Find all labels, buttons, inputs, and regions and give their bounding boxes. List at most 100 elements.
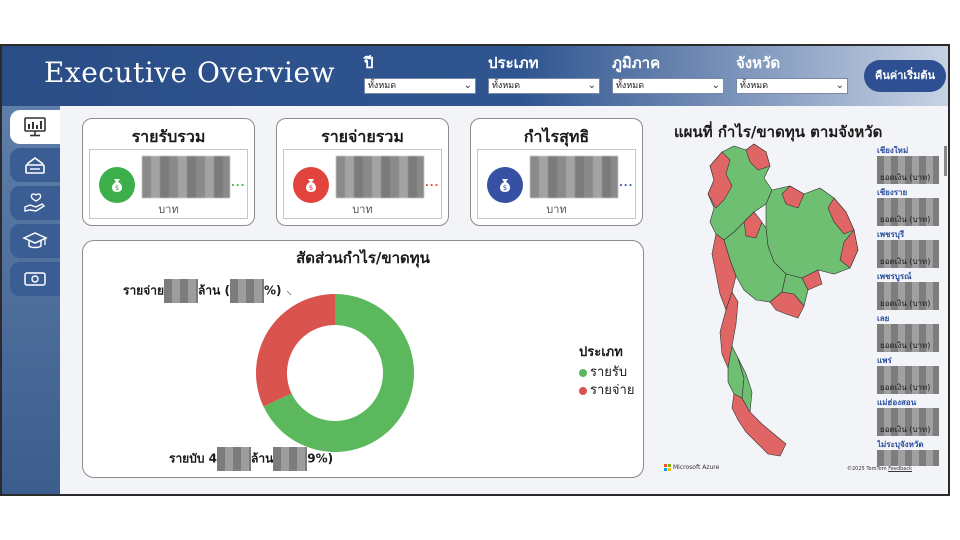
donut-chart [255, 290, 414, 452]
filter-type-select[interactable]: ทั้งหมด ⌄ [488, 78, 600, 94]
filter-year-value: ทั้งหมด [368, 81, 397, 91]
province-amount: ยอดเงิน (บาท) [877, 198, 939, 226]
sidebar-item-expense[interactable] [10, 262, 60, 296]
sidebar-item-income[interactable] [10, 148, 60, 182]
header-bar: Executive Overview ปี ทั้งหมด ⌄ ประเภท ท… [2, 46, 948, 106]
province-amount: ยอดเงิน (บาท) [877, 156, 939, 184]
reset-button[interactable]: คืนค่าเริ่มต้น [864, 60, 946, 92]
kpi-card-profit: กำไรสุทธิ $ ... บาท [470, 118, 643, 226]
province-item[interactable]: เชียงราย ยอดเงิน (บาท) [877, 188, 945, 230]
province-list[interactable]: เชียงใหม่ ยอดเงิน (บาท) เชียงราย ยอดเงิน… [877, 146, 945, 466]
legend-dot [579, 387, 587, 395]
money-bag-icon: $ [99, 167, 135, 203]
province-item[interactable]: เพชรบุรี ยอดเงิน (บาท) [877, 230, 945, 272]
money-bill-icon [24, 272, 46, 286]
province-amount [877, 450, 939, 466]
legend-title: ประเภท [579, 345, 623, 360]
filter-year-select[interactable]: ทั้งหมด ⌄ [364, 78, 476, 94]
province-item[interactable]: แพร่ ยอดเงิน (บาท) [877, 356, 945, 398]
province-item[interactable]: เพชรบูรณ์ ยอดเงิน (บาท) [877, 272, 945, 314]
attribution-text: Microsoft Azure [673, 464, 720, 471]
province-amount: ยอดเงิน (บาท) [877, 366, 939, 394]
dashboard-monitor-icon [24, 117, 46, 137]
map-region-south-mid[interactable] [727, 345, 745, 399]
chevron-down-icon: ⌄ [587, 80, 596, 91]
kpi-dots: ... [231, 178, 246, 189]
filter-type-label: ประเภท [488, 54, 539, 72]
kpi-unit: บาท [158, 203, 179, 216]
chevron-down-icon: ⌄ [711, 80, 720, 91]
province-item[interactable]: เลย ยอดเงิน (บาท) [877, 314, 945, 356]
province-amount: ยอดเงิน (บาท) [877, 240, 939, 268]
filter-region-label: ภูมิภาค [612, 54, 661, 72]
data-label-text: ล้าน ( [198, 283, 230, 298]
province-item[interactable]: เชียงใหม่ ยอดเงิน (บาท) [877, 146, 945, 188]
chevron-down-icon: ⌄ [463, 80, 472, 91]
sidebar [2, 106, 60, 494]
redacted-value [164, 279, 199, 303]
map-region-south-lower[interactable] [731, 393, 787, 457]
chart-legend: ประเภท รายรับ รายจ่าย [579, 341, 634, 400]
kpi-body: $ ... บาท [89, 149, 248, 219]
filter-province-select[interactable]: ทั้งหมด ⌄ [736, 78, 848, 94]
data-label-text: 9%) [307, 451, 334, 466]
province-amount: ยอดเงิน (บาท) [877, 282, 939, 310]
filter-province-value: ทั้งหมด [740, 81, 769, 91]
legend-item-income[interactable]: รายรับ [579, 364, 634, 382]
kpi-value-redacted [530, 156, 618, 198]
sidebar-item-overview[interactable] [10, 110, 60, 144]
kpi-title: รายจ่ายรวม [321, 127, 404, 146]
kpi-title: รายรับรวม [131, 127, 206, 146]
province-name: เชียงราย [877, 188, 908, 197]
filter-region: ภูมิภาค ทั้งหมด ⌄ [612, 52, 724, 94]
redacted-value [216, 447, 251, 471]
redacted-value [273, 447, 308, 471]
microsoft-logo-icon [664, 464, 671, 471]
legend-label: รายจ่าย [590, 383, 635, 398]
province-item[interactable]: ไม่ระบุจังหวัด [877, 440, 945, 466]
kpi-card-expense: รายจ่ายรวม $ ... บาท [276, 118, 449, 226]
attribution-text: ©2025 TomTom [847, 466, 887, 472]
hand-heart-icon [24, 193, 46, 212]
province-name: ไม่ระบุจังหวัด [877, 440, 924, 449]
redacted-value [229, 279, 264, 303]
feedback-link[interactable]: Feedback [888, 466, 912, 472]
data-label-expense: รายจ่าย ล้าน (%) [123, 279, 282, 303]
money-bag-icon: $ [293, 167, 329, 203]
donut-slice-expense[interactable] [255, 294, 335, 407]
legend-dot [579, 369, 587, 377]
data-label-text: ล้าน [250, 451, 274, 466]
microsoft-azure-logo: Microsoft Azure [664, 464, 719, 471]
kpi-value-redacted [336, 156, 424, 198]
legend-item-expense[interactable]: รายจ่าย [579, 382, 634, 400]
data-label-text: รายจ่าย [123, 283, 165, 298]
filter-province-label: จังหวัด [736, 54, 781, 72]
svg-text:$: $ [309, 184, 313, 192]
filter-year-label: ปี [364, 54, 374, 72]
filter-year: ปี ทั้งหมด ⌄ [364, 52, 476, 94]
kpi-unit: บาท [352, 203, 373, 216]
thailand-map[interactable] [694, 142, 874, 472]
province-item[interactable]: แม่ฮ่องสอน ยอดเงิน (บาท) [877, 398, 945, 440]
leader-line [286, 290, 292, 296]
data-label-text: %) [263, 283, 282, 298]
donut-chart-card: สัดส่วนกำไร/ขาดทุน รายจ่าย ล้าน (%) รายบั… [82, 240, 644, 478]
scrollbar[interactable] [944, 146, 947, 176]
province-name: เลย [877, 314, 890, 323]
filter-region-select[interactable]: ทั้งหมด ⌄ [612, 78, 724, 94]
sidebar-item-donation[interactable] [10, 186, 60, 220]
graduation-cap-icon [22, 232, 48, 249]
kpi-value-redacted [142, 156, 230, 198]
inbox-tray-icon [25, 157, 45, 174]
filter-type-value: ทั้งหมด [492, 81, 521, 91]
money-bag-icon: $ [487, 167, 523, 203]
kpi-dots: ... [619, 178, 634, 189]
svg-text:$: $ [115, 184, 119, 192]
province-name: เพชรบุรี [877, 230, 905, 239]
page-title: Executive Overview [44, 56, 336, 89]
province-name: แม่ฮ่องสอน [877, 398, 917, 407]
sidebar-item-education[interactable] [10, 224, 60, 258]
legend-label: รายรับ [590, 365, 628, 380]
kpi-dots: ... [425, 178, 440, 189]
kpi-body: $ ... บาท [283, 149, 442, 219]
